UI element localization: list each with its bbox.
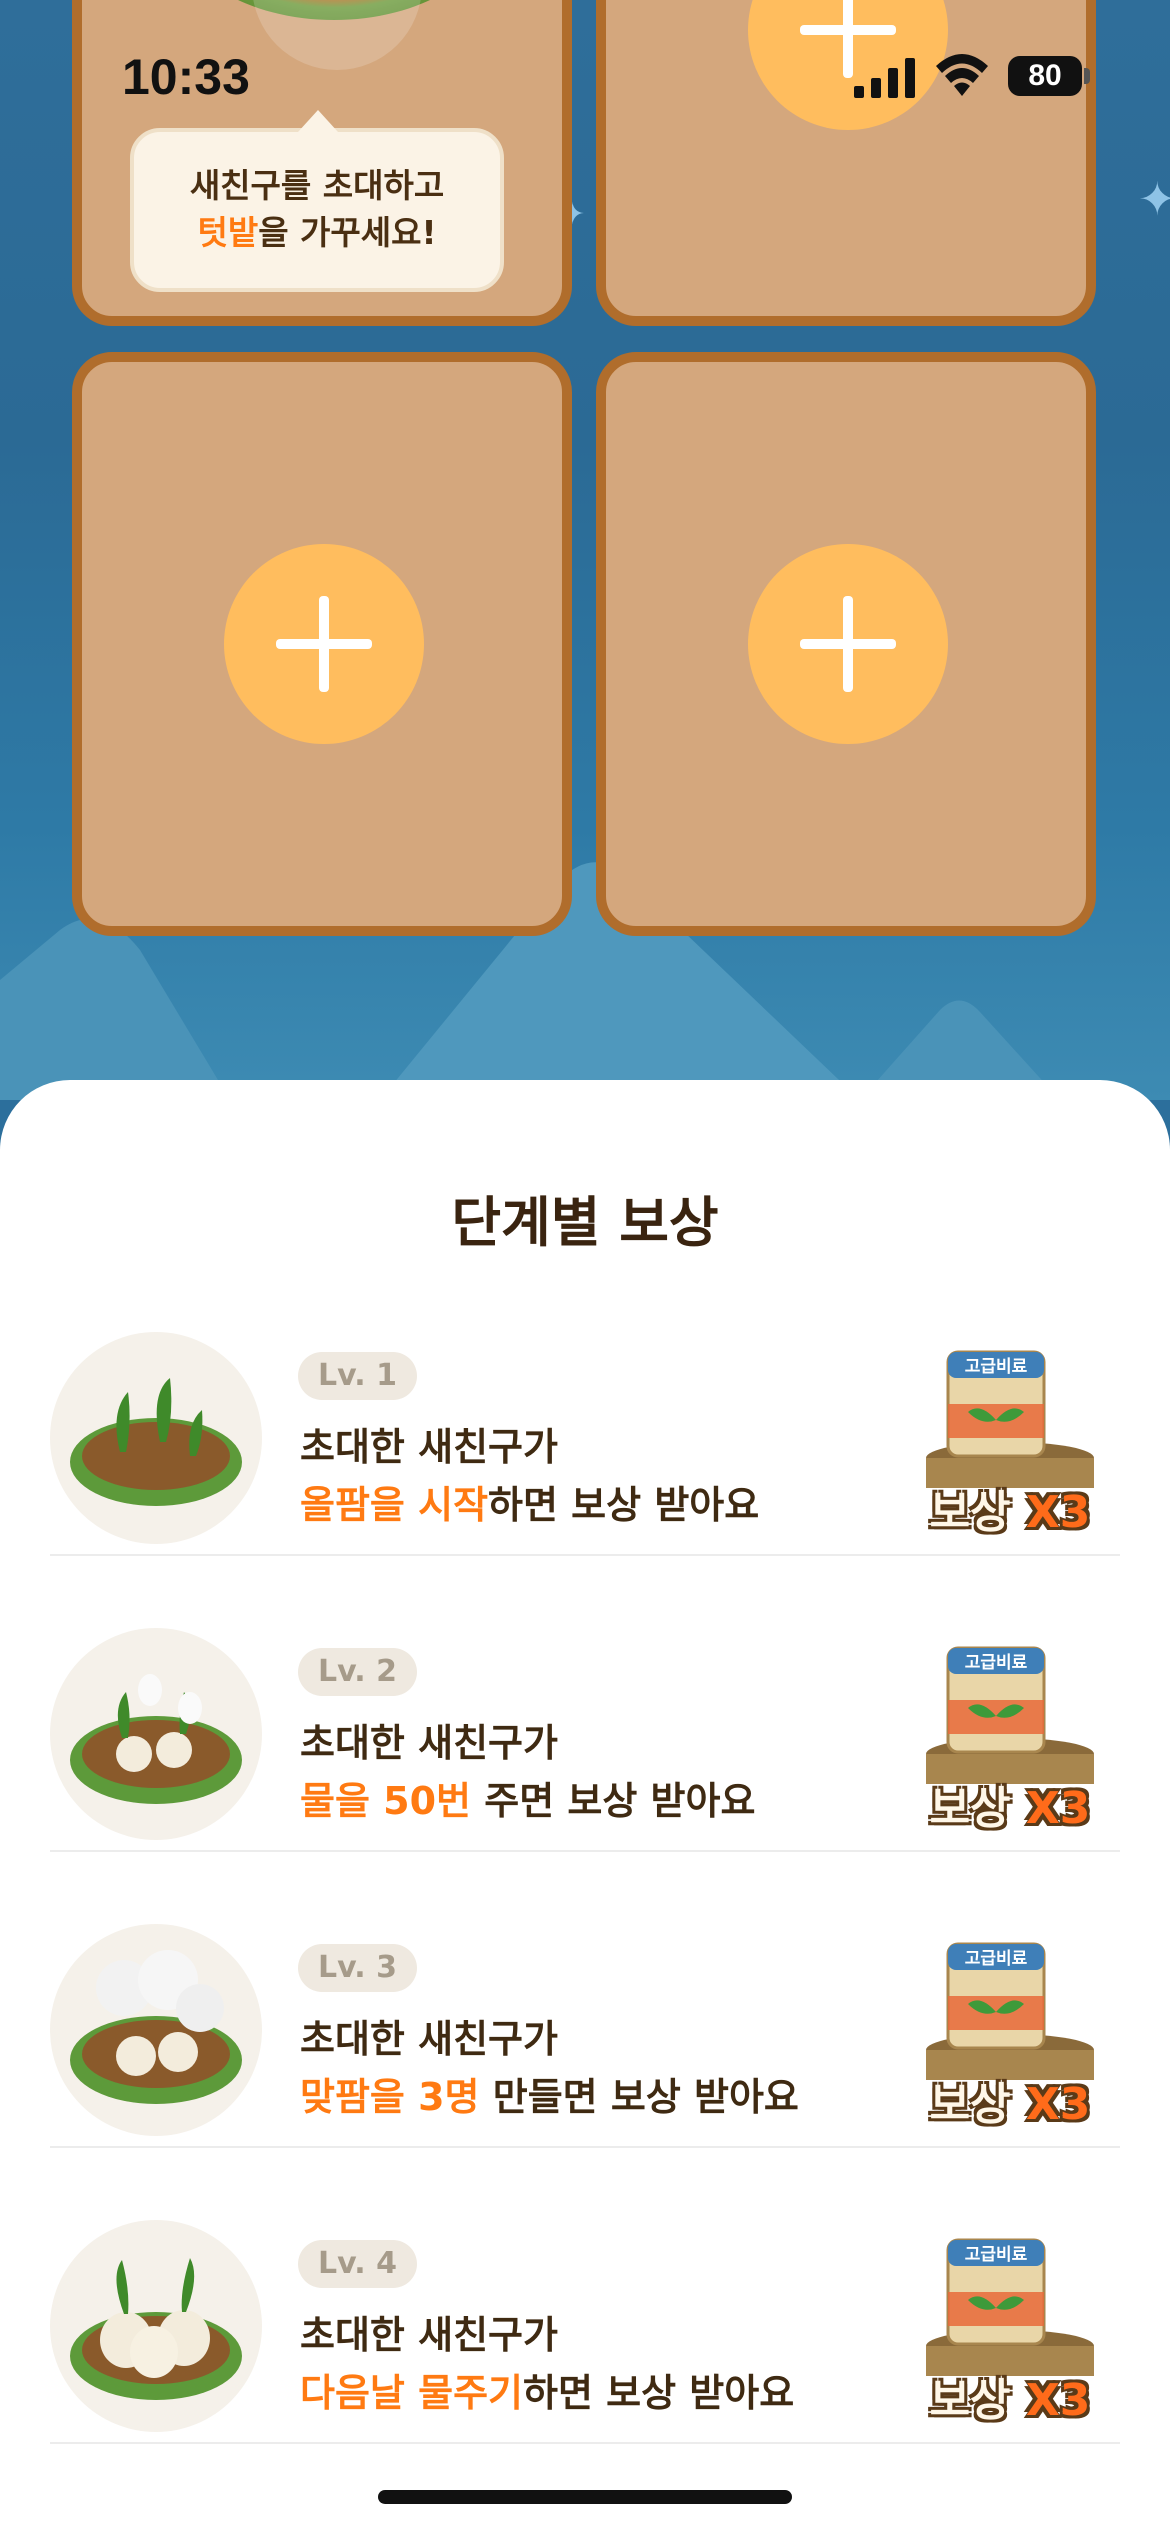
condition-rest: 하면 보상 받아요 bbox=[523, 2371, 795, 2415]
reward-row: Lv. 3 초대한 새친구가 맞팜을 3명 만들면 보상 받아요 고급비료 보상… bbox=[50, 1852, 1120, 2148]
reward-item-name: 고급비료 bbox=[965, 1949, 1028, 1969]
condition-rest: 주면 보상 받아요 bbox=[471, 1779, 756, 1823]
add-plot-button[interactable] bbox=[748, 544, 948, 744]
level-badge: Lv. 3 bbox=[298, 1944, 417, 1992]
status-bar: 10:33 80 bbox=[0, 0, 1170, 150]
reward-row: Lv. 4 초대한 새친구가 다음날 물주기하면 보상 받아요 고급비료 보상 … bbox=[50, 2148, 1120, 2444]
reward-fertilizer: 고급비료 보상 X3 bbox=[910, 1636, 1110, 1836]
sparkle-icon: ✦ bbox=[1138, 172, 1170, 226]
reward-fertilizer: 고급비료 보상 X3 bbox=[910, 1340, 1110, 1540]
reward-count-label: 보상 X3 bbox=[910, 1476, 1110, 1540]
tooltip-highlight: 텃밭 bbox=[197, 213, 259, 252]
reward-multiplier: X3 bbox=[1025, 2079, 1091, 2130]
condition-rest: 하면 보상 받아요 bbox=[488, 1483, 760, 1527]
reward-condition-line1: 초대한 새친구가 bbox=[300, 2017, 558, 2061]
reward-condition-line2: 물을 50번 주면 보상 받아요 bbox=[300, 1770, 755, 1825]
reward-condition-line1: 초대한 새친구가 bbox=[300, 1425, 558, 1469]
battery-icon: 80 bbox=[1008, 56, 1082, 96]
reward-item-name: 고급비료 bbox=[965, 1357, 1028, 1377]
tooltip-line1: 새친구를 초대하고 bbox=[189, 166, 445, 206]
reward-count-label: 보상 X3 bbox=[910, 2068, 1110, 2132]
tooltip-rest: 을 가꾸세요! bbox=[258, 213, 437, 252]
plot-card-empty[interactable] bbox=[72, 352, 572, 936]
condition-rest: 만들면 보상 받아요 bbox=[479, 2075, 799, 2119]
level-badge: Lv. 1 bbox=[298, 1352, 417, 1400]
condition-highlight: 다음날 물주기 bbox=[300, 2371, 523, 2415]
reward-fertilizer: 고급비료 보상 X3 bbox=[910, 1932, 1110, 2132]
add-plot-button[interactable] bbox=[224, 544, 424, 744]
blooming-flower-icon bbox=[50, 1924, 262, 2136]
reward-row: Lv. 2 초대한 새친구가 물을 50번 주면 보상 받아요 고급비료 보상 … bbox=[50, 1556, 1120, 1852]
wifi-icon bbox=[936, 54, 988, 96]
onion-bulb-icon bbox=[50, 2220, 262, 2432]
sprout-flower-icon bbox=[50, 1628, 262, 1840]
battery-tip bbox=[1084, 68, 1090, 84]
reward-condition-line1: 초대한 새친구가 bbox=[300, 2313, 558, 2357]
reward-fertilizer: 고급비료 보상 X3 bbox=[910, 2228, 1110, 2428]
reward-count-label: 보상 X3 bbox=[910, 2364, 1110, 2428]
reward-condition-line2: 올팜을 시작하면 보상 받아요 bbox=[300, 1474, 759, 1529]
sheet-title: 단계별 보상 bbox=[451, 1191, 719, 1254]
reward-condition-line2: 맞팜을 3명 만들면 보상 받아요 bbox=[300, 2066, 799, 2121]
reward-multiplier: X3 bbox=[1025, 1783, 1091, 1834]
sprout-plant-icon bbox=[50, 1332, 262, 1544]
reward-condition-line1: 초대한 새친구가 bbox=[300, 1721, 558, 1765]
reward-multiplier: X3 bbox=[1025, 2375, 1091, 2426]
garden-background: ✦ ✦ 새친구를 초대하고 텃밭을 가꾸세요! bbox=[0, 0, 1170, 1100]
condition-highlight: 맞팜을 3명 bbox=[300, 2075, 480, 2119]
level-badge: Lv. 4 bbox=[298, 2240, 417, 2288]
tooltip-line2: 텃밭을 가꾸세요! bbox=[197, 210, 436, 257]
home-indicator[interactable] bbox=[378, 2490, 792, 2504]
condition-highlight: 올팜을 시작 bbox=[300, 1483, 489, 1527]
status-time: 10:33 bbox=[122, 49, 250, 105]
cellular-signal-icon bbox=[854, 58, 915, 98]
rewards-sheet: 단계별 보상 Lv. 1 초대한 새친구가 올팜을 시작하면 보상 받아요 고급… bbox=[0, 1080, 1170, 2532]
reward-condition-line2: 다음날 물주기하면 보상 받아요 bbox=[300, 2362, 794, 2417]
reward-label: 보상 bbox=[929, 2375, 1011, 2426]
reward-item-name: 고급비료 bbox=[965, 1653, 1028, 1673]
reward-item-name: 고급비료 bbox=[965, 2245, 1028, 2265]
level-badge: Lv. 2 bbox=[298, 1648, 417, 1696]
reward-count-label: 보상 X3 bbox=[910, 1772, 1110, 1836]
reward-label: 보상 bbox=[929, 1783, 1011, 1834]
reward-label: 보상 bbox=[929, 2079, 1011, 2130]
invite-tooltip: 새친구를 초대하고 텃밭을 가꾸세요! bbox=[130, 110, 504, 292]
plot-card-empty[interactable] bbox=[596, 352, 1096, 936]
condition-highlight: 물을 50번 bbox=[300, 1779, 471, 1823]
reward-multiplier: X3 bbox=[1025, 1487, 1091, 1538]
reward-label: 보상 bbox=[929, 1487, 1011, 1538]
reward-row: Lv. 1 초대한 새친구가 올팜을 시작하면 보상 받아요 고급비료 보상 X… bbox=[50, 1260, 1120, 1556]
